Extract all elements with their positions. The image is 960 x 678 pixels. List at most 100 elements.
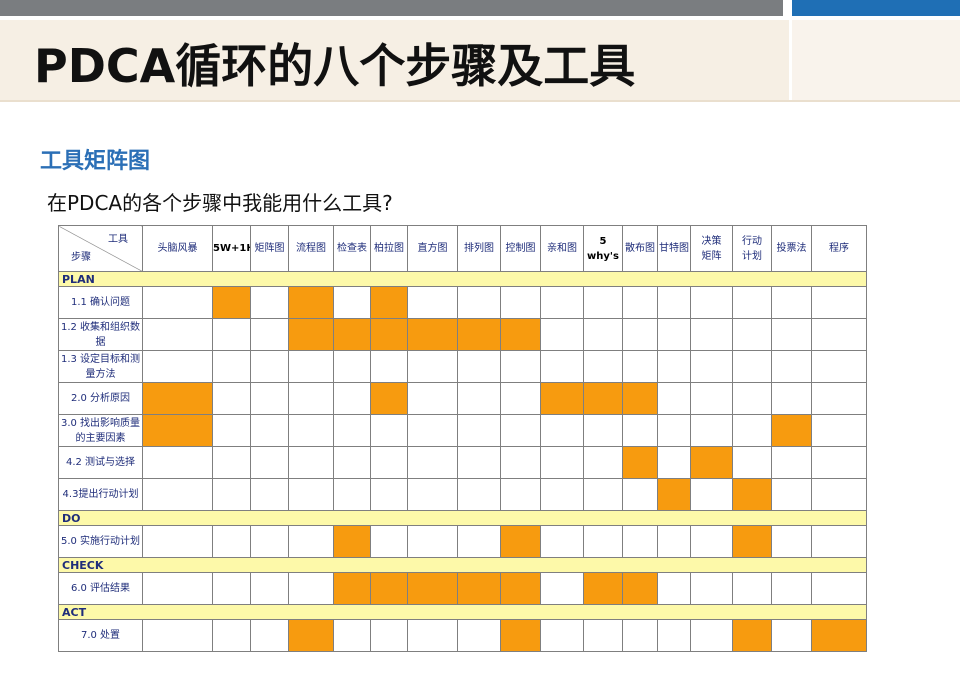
matrix-cell [288, 478, 334, 511]
matrix-cell [540, 446, 584, 479]
matrix-cell [457, 382, 501, 415]
matrix-cell-marked [370, 572, 408, 605]
tool-header-label: 直方图 [417, 243, 448, 254]
matrix-cell [583, 286, 623, 319]
tool-header-1: 5W+1H [212, 225, 251, 272]
matrix-cell [690, 619, 733, 652]
matrix-cell [212, 318, 251, 351]
matrix-cell [212, 446, 251, 479]
tool-matrix-table: 工具 步骤 头脑风暴 5W+1H 矩阵图流程图检查表柏拉图 直方图 排列图控制图亲和图 5… [58, 225, 867, 652]
tool-header-4: 检查表 [333, 225, 371, 272]
matrix-cell [811, 350, 867, 383]
matrix-cell [288, 446, 334, 479]
tool-header-3: 流程图 [288, 225, 334, 272]
step-label: 4.2 测试与选择 [58, 446, 143, 479]
tool-header-label: 检查表 [337, 243, 367, 254]
tool-header-16: 程序 [811, 225, 867, 272]
matrix-cell [288, 572, 334, 605]
matrix-cell [142, 446, 213, 479]
matrix-cell-marked [333, 525, 371, 558]
matrix-cell [622, 318, 658, 351]
matrix-cell [288, 382, 334, 415]
matrix-cell [811, 446, 867, 479]
matrix-cell-marked [212, 286, 251, 319]
matrix-cell-marked [622, 446, 658, 479]
matrix-cell [212, 350, 251, 383]
matrix-cell [732, 318, 772, 351]
matrix-cell-marked [407, 572, 458, 605]
matrix-cell [540, 318, 584, 351]
matrix-cell [690, 525, 733, 558]
matrix-cell [370, 619, 408, 652]
matrix-cell [250, 572, 289, 605]
matrix-cell-marked [622, 572, 658, 605]
matrix-cell-marked [500, 619, 541, 652]
tool-header-label: 散布图 [625, 243, 655, 254]
phase-label: ACT [58, 604, 867, 620]
tool-header-2: 矩阵图 [250, 225, 289, 272]
phase-label: PLAN [58, 271, 867, 287]
tool-header-13: 决策 矩阵 [690, 225, 733, 272]
matrix-cell [771, 318, 812, 351]
matrix-cell [407, 619, 458, 652]
step-label: 7.0 处置 [58, 619, 143, 652]
matrix-cell-marked [657, 478, 691, 511]
matrix-cell [212, 572, 251, 605]
matrix-cell [333, 286, 371, 319]
title-divider [0, 100, 960, 102]
matrix-cell [212, 382, 251, 415]
matrix-cell [622, 350, 658, 383]
tool-header-12: 甘特图 [657, 225, 691, 272]
phase-label: DO [58, 510, 867, 526]
matrix-cell [370, 478, 408, 511]
matrix-cell [333, 350, 371, 383]
step-row: 3.0 找出影响质量的主要因素 [58, 414, 867, 447]
matrix-cell [622, 286, 658, 319]
matrix-cell [811, 478, 867, 511]
matrix-cell [540, 414, 584, 447]
tool-header-label: 头脑风暴 [157, 243, 198, 254]
matrix-cell [500, 382, 541, 415]
matrix-cell [690, 572, 733, 605]
matrix-cell [212, 478, 251, 511]
tool-header-10: 5 why's [583, 225, 623, 272]
matrix-cell [333, 414, 371, 447]
matrix-cell-marked [288, 286, 334, 319]
matrix-cell-marked [732, 525, 772, 558]
tool-header-label: 5W+1H [213, 243, 250, 254]
step-row: 7.0 处置 [58, 619, 867, 652]
matrix-cell [370, 350, 408, 383]
matrix-cell [811, 318, 867, 351]
tool-header-label: 亲和图 [547, 243, 577, 254]
phase-label: CHECK [58, 557, 867, 573]
tool-header-8: 控制图 [500, 225, 541, 272]
matrix-cell [657, 619, 691, 652]
matrix-cell [690, 286, 733, 319]
matrix-cell-marked [622, 382, 658, 415]
matrix-cell [771, 350, 812, 383]
matrix-cell-marked [333, 318, 371, 351]
matrix-cell [457, 446, 501, 479]
matrix-cell [540, 619, 584, 652]
corner-tool-label: 工具 [108, 234, 128, 245]
matrix-cell-marked [457, 572, 501, 605]
tool-header-5: 柏拉图 [370, 225, 408, 272]
matrix-cell [457, 478, 501, 511]
tool-header-label: 矩阵图 [254, 243, 285, 254]
matrix-cell [370, 525, 408, 558]
matrix-cell [457, 414, 501, 447]
matrix-cell [771, 478, 812, 511]
matrix-cell [690, 414, 733, 447]
tool-header-label: 程序 [829, 243, 849, 254]
matrix-cell [622, 619, 658, 652]
step-row: 5.0 实施行动计划 [58, 525, 867, 558]
tool-header-label: 行动 [742, 235, 762, 247]
tool-header-label-line2: 计划 [742, 250, 762, 262]
matrix-cell [212, 619, 251, 652]
matrix-cell [583, 350, 623, 383]
step-row: 1.1 确认问题 [58, 286, 867, 319]
matrix-cell [142, 318, 213, 351]
matrix-cell [811, 414, 867, 447]
matrix-cell [500, 350, 541, 383]
matrix-cell [811, 382, 867, 415]
